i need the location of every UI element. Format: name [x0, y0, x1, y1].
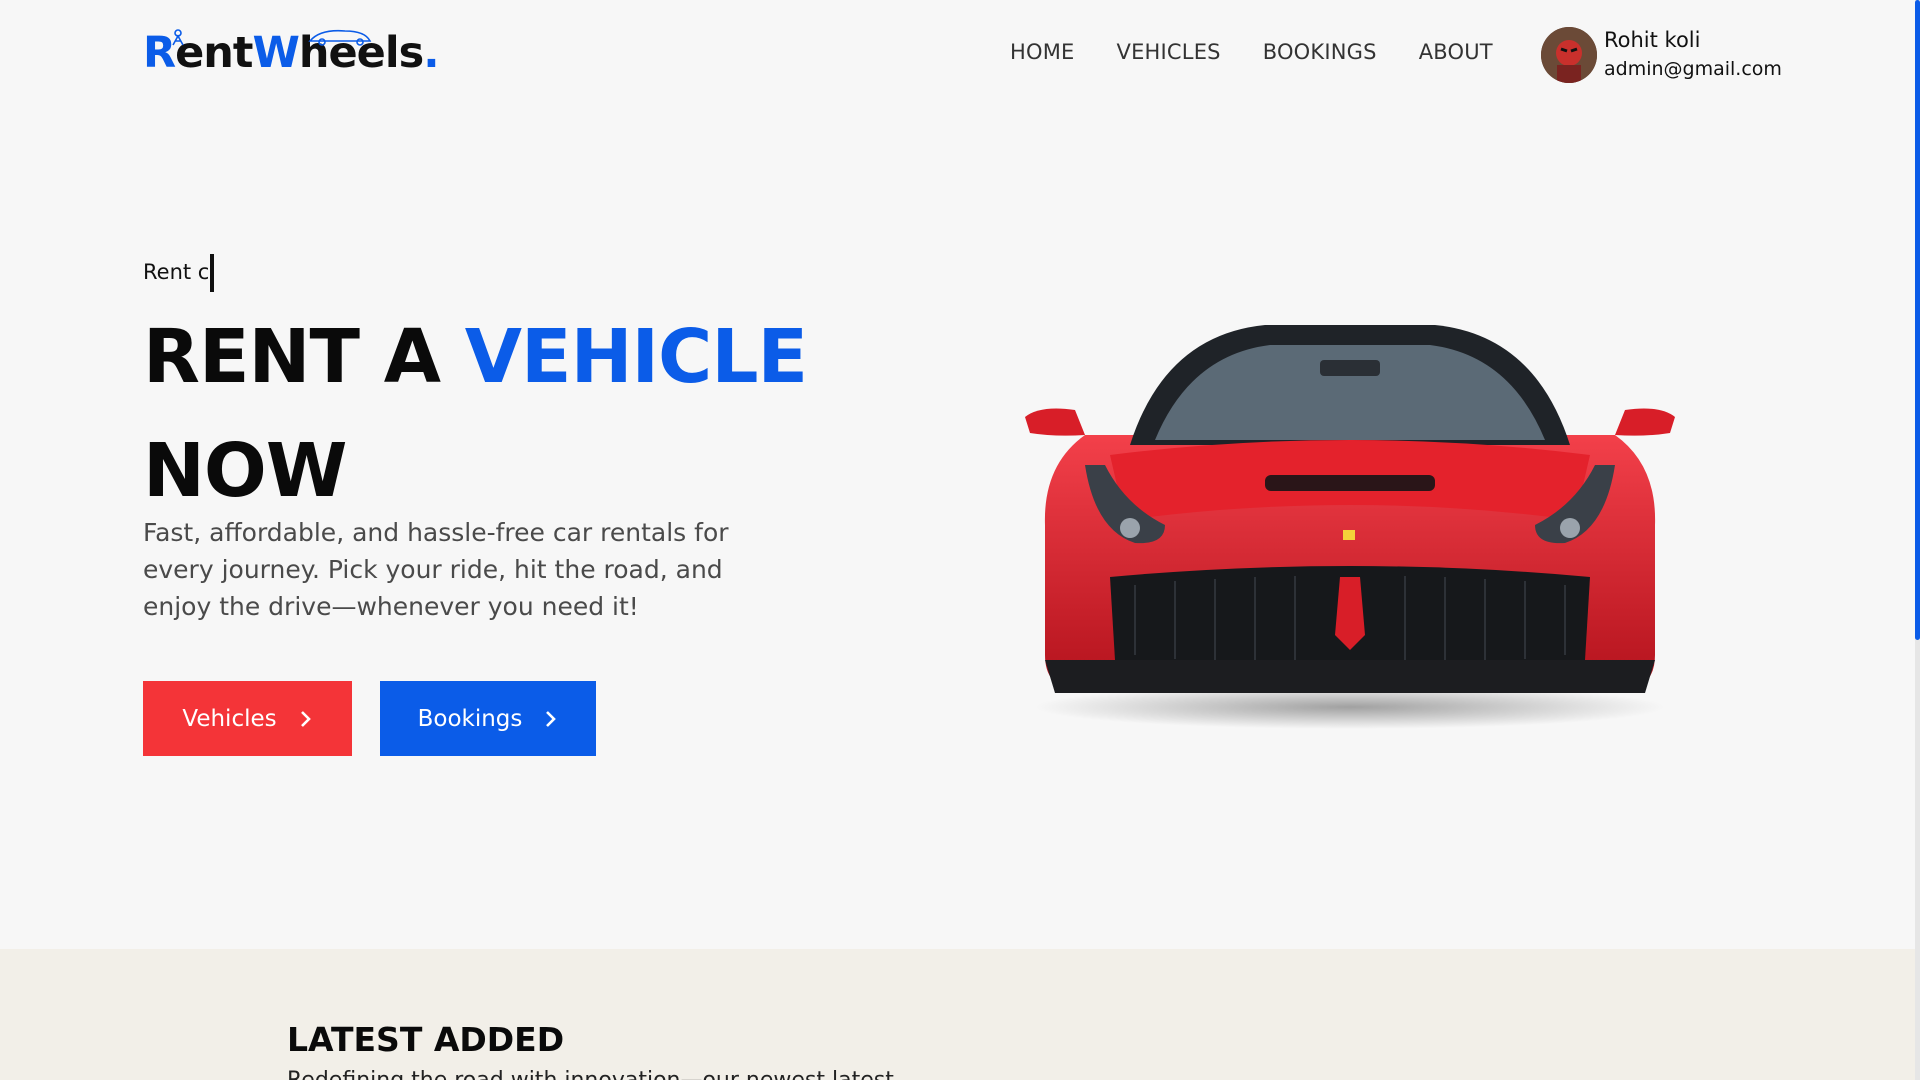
nav-about[interactable]: ABOUT — [1419, 40, 1493, 64]
bookings-button-label: Bookings — [417, 705, 523, 732]
typed-text: Rent c — [143, 254, 215, 292]
hero-title-part1: RENT A — [143, 314, 465, 400]
user-avatar[interactable] — [1541, 27, 1597, 83]
chevron-right-icon — [300, 710, 311, 727]
site-header: RentWheels. HOME VEHICLES BOOKINGS ABOUT… — [0, 0, 1915, 110]
chevron-right-icon — [546, 710, 557, 727]
scrollbar-thumb[interactable] — [1915, 0, 1920, 640]
hero-title-accent: VEHICLE — [464, 314, 808, 400]
vehicles-button[interactable]: Vehicles — [143, 681, 352, 756]
latest-section — [0, 949, 1915, 1080]
main-nav: HOME VEHICLES BOOKINGS ABOUT — [1010, 40, 1535, 64]
user-name: Rohit koli — [1604, 28, 1701, 52]
hero-car-image — [1025, 325, 1675, 729]
vehicles-button-label: Vehicles — [182, 705, 277, 732]
logo-dot: . — [423, 28, 439, 78]
nav-bookings[interactable]: BOOKINGS — [1263, 40, 1377, 64]
avatar-icon — [1541, 27, 1597, 83]
hero-title: RENT A VEHICLE NOW — [143, 300, 808, 528]
nav-vehicles[interactable]: VEHICLES — [1117, 40, 1221, 64]
typed-text-value: Rent c — [143, 260, 210, 284]
user-email: admin@gmail.com — [1604, 58, 1782, 80]
bookings-button[interactable]: Bookings — [380, 681, 596, 756]
hero-title-part2: NOW — [143, 428, 347, 514]
latest-subtitle: Redefining the road with innovation—our … — [287, 1068, 894, 1080]
hero-description: Fast, affordable, and hassle-free car re… — [143, 518, 729, 621]
nav-home[interactable]: HOME — [1010, 40, 1075, 64]
logo-vehicles-icon — [172, 29, 372, 46]
latest-title: LATEST ADDED — [287, 1020, 565, 1059]
text-cursor — [210, 254, 215, 292]
